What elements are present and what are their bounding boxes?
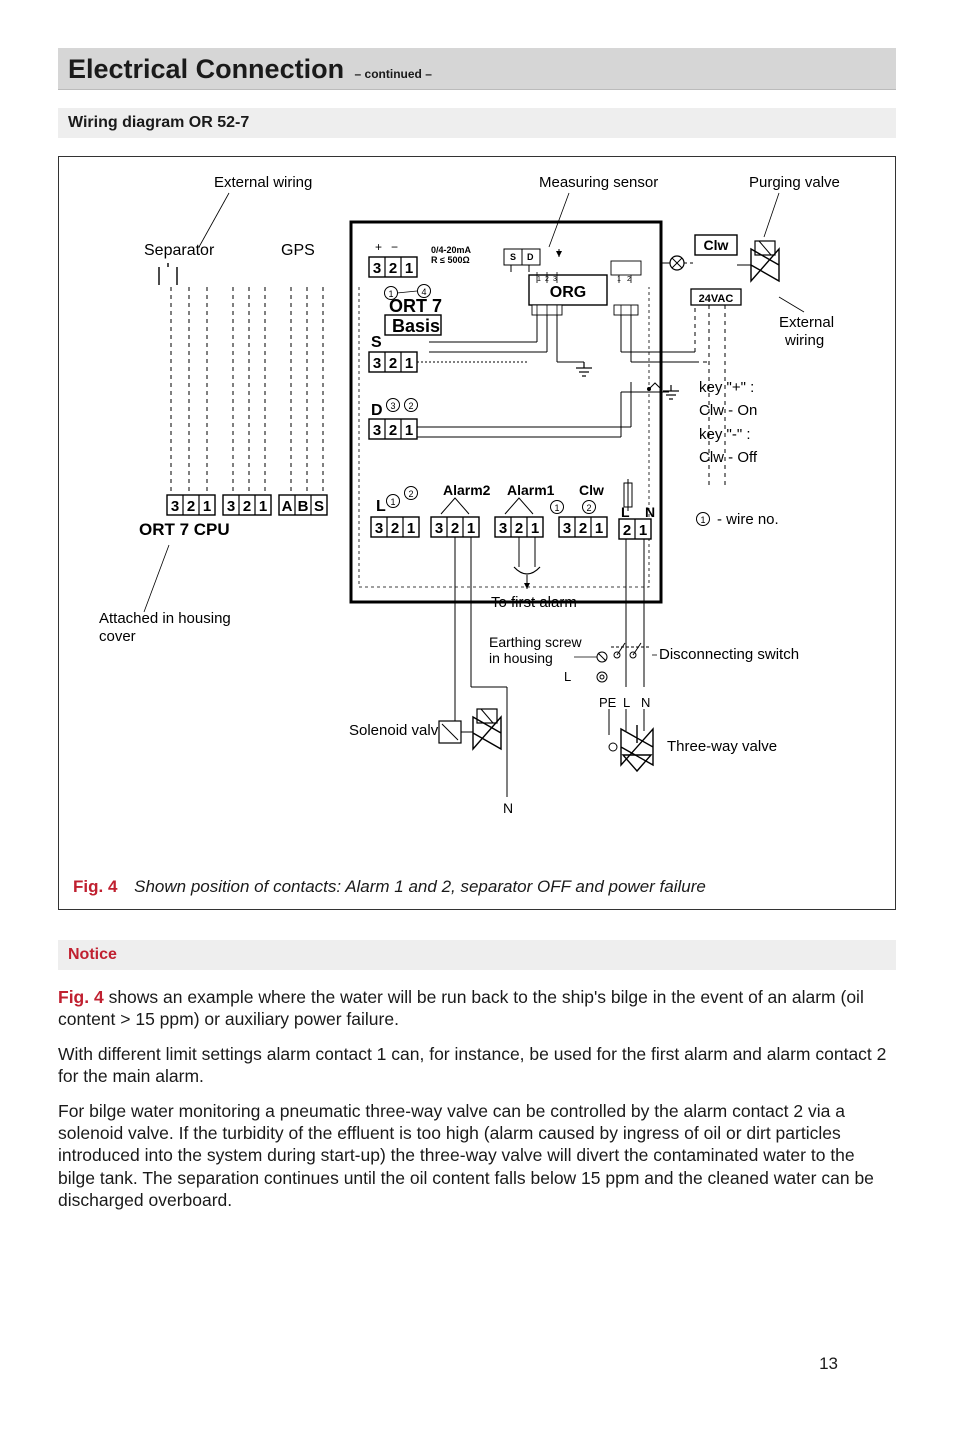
ort7cpu-label: ORT 7 CPU (139, 520, 230, 539)
disconnecting-switch: Disconnecting switch (659, 646, 799, 663)
label-measuring-sensor: Measuring sensor (539, 174, 658, 191)
notice-para-1-text: shows an example where the water will be… (58, 987, 864, 1029)
svg-text:2: 2 (408, 489, 413, 499)
svg-text:D: D (527, 252, 534, 262)
page-number: 13 (819, 1354, 838, 1374)
24vac-label: 24VAC (699, 293, 734, 305)
attached1: Attached in housing (99, 610, 231, 627)
attached2: cover (99, 628, 136, 645)
svg-text:B: B (298, 498, 309, 515)
section-title: Electrical Connection (68, 54, 344, 84)
earthing-2: in housing (489, 650, 553, 666)
svg-text:1: 1 (700, 515, 705, 525)
figure-caption-text: Shown position of contacts: Alarm 1 and … (134, 877, 706, 896)
earthing-1: Earthing screw (489, 634, 582, 650)
n2-label: N (641, 695, 650, 710)
clw-label: Clw (704, 237, 729, 253)
key-plus: key "+" : (699, 379, 754, 396)
section-subtitle: – continued – (355, 67, 432, 81)
label-external-wiring: External wiring (214, 174, 312, 191)
svg-text:3: 3 (390, 401, 395, 411)
svg-text:2: 2 (586, 503, 591, 513)
svg-text:−: − (391, 240, 398, 254)
basis-label: Basis (392, 316, 440, 336)
ort7-label: ORT 7 (389, 296, 442, 316)
figure-4: 3 2 1 2 1 (58, 156, 896, 910)
svg-text:A: A (282, 498, 293, 515)
to-first-alarm: To first alarm (491, 594, 577, 611)
svg-text:1: 1 (388, 289, 393, 299)
svg-text:1: 1 (554, 503, 559, 513)
svg-text:N: N (645, 504, 655, 520)
svg-text:L: L (621, 504, 630, 520)
alarm2-label: Alarm2 (443, 482, 491, 498)
external-wiring-2b: wiring (784, 332, 824, 349)
fig-ref: Fig. 4 (58, 987, 104, 1007)
separator-label: Separator (144, 242, 215, 259)
label-signal2: R ≤ 500Ω (431, 255, 470, 265)
subsection-header: Wiring diagram OR 52-7 (58, 108, 896, 138)
notice-para-1: Fig. 4 shows an example where the water … (58, 986, 896, 1031)
figure-caption: Fig. 4 Shown position of contacts: Alarm… (59, 867, 895, 909)
s-label: S (371, 334, 382, 351)
wiring-diagram: 3 2 1 2 1 (59, 157, 895, 867)
key-minus: key "-" : (699, 426, 751, 443)
org-label: ORG (550, 284, 586, 301)
svg-text:2: 2 (408, 401, 413, 411)
notice-body: Fig. 4 shows an example where the water … (58, 986, 896, 1212)
svg-text:S: S (314, 498, 324, 515)
l-label: L (376, 498, 386, 515)
external-wiring-2a: External (779, 314, 834, 331)
threeway-label: Three-way valve (667, 738, 777, 755)
clw-off: Clw - Off (699, 449, 758, 466)
notice-para-3: For bilge water monitoring a pneumatic t… (58, 1100, 896, 1212)
notice-para-2: With different limit settings alarm cont… (58, 1043, 896, 1088)
gps-label: GPS (281, 242, 315, 259)
svg-text:3: 3 (553, 276, 557, 283)
alarm1-label: Alarm1 (507, 482, 555, 498)
notice-header: Notice (58, 940, 896, 970)
svg-text:N: N (503, 800, 513, 816)
l2-label: L (623, 695, 630, 710)
section-header: Electrical Connection – continued – (58, 48, 896, 90)
clw-on: Clw - On (699, 402, 757, 419)
d-label: D (371, 402, 383, 419)
pe-label: PE (599, 695, 617, 710)
label-signal1: 0/4-20mA (431, 245, 472, 255)
svg-text:4: 4 (421, 287, 426, 297)
wire-no: - wire no. (717, 511, 779, 528)
svg-text:S: S (510, 252, 516, 262)
svg-text:1: 1 (390, 497, 395, 507)
svg-text:1: 1 (537, 276, 541, 283)
solenoid-label: Solenoid valve (349, 722, 447, 739)
svg-text:L: L (564, 669, 571, 684)
label-purging-valve: Purging valve (749, 174, 840, 191)
clw2-label: Clw (579, 482, 604, 498)
svg-text:2: 2 (627, 276, 631, 283)
figure-number: Fig. 4 (73, 877, 117, 896)
svg-text:+: + (375, 240, 382, 254)
